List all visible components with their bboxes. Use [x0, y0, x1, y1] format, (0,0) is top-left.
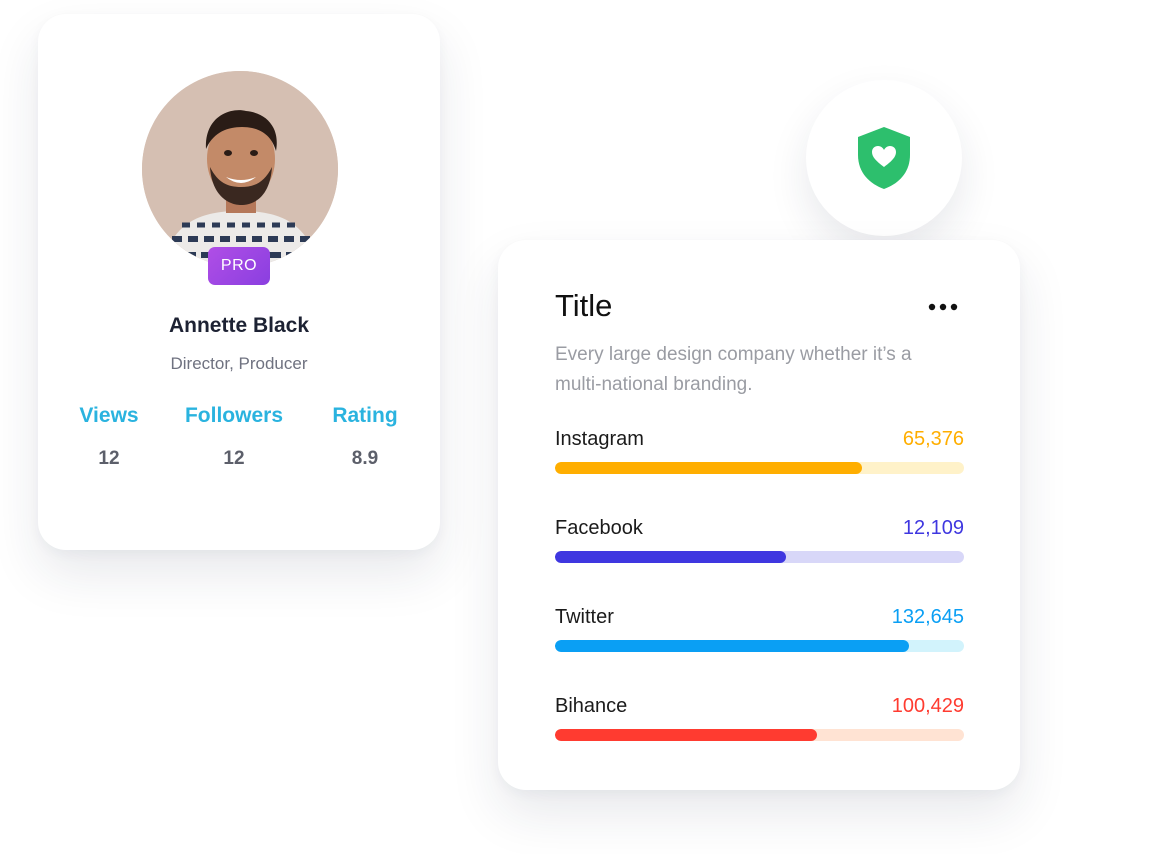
stat-views[interactable]: Views 12 [39, 404, 179, 470]
card-title: Title [555, 288, 613, 323]
metric-twitter: Twitter 132,645 [555, 606, 964, 666]
stat-label: Rating [332, 404, 398, 427]
stat-rating[interactable]: Rating 8.9 [295, 404, 435, 470]
metric-label: Bihance [555, 695, 628, 717]
profile-card: PRO Annette Black Director, Producer Vie… [38, 14, 440, 550]
progress-fill [555, 462, 862, 474]
progress-fill [555, 729, 817, 741]
pro-badge: PRO [208, 247, 270, 285]
metric-label: Instagram [555, 428, 644, 450]
progress-track [555, 462, 964, 474]
metric-label: Twitter [555, 606, 614, 628]
metric-instagram: Instagram 65,376 [555, 428, 964, 488]
metric-value: 12,109 [902, 517, 964, 539]
social-stats-card: Title Every large design company whether… [498, 240, 1020, 790]
profile-name: Annette Black [168, 314, 310, 337]
progress-track [555, 640, 964, 652]
shield-heart-icon [858, 127, 910, 189]
stat-value: 12 [98, 448, 120, 469]
progress-fill [555, 551, 787, 563]
stat-followers[interactable]: Followers 12 [164, 404, 304, 470]
progress-track [555, 729, 964, 741]
profile-role: Director, Producer [170, 354, 308, 373]
stat-label: Followers [184, 404, 284, 427]
progress-fill [555, 640, 909, 652]
metric-value: 100,429 [891, 695, 964, 717]
metric-value: 132,645 [891, 606, 964, 628]
metric-facebook: Facebook 12,109 [555, 517, 964, 577]
card-description: Every large design company whether it’s … [555, 344, 912, 395]
metric-bihance: Bihance 100,429 [555, 695, 964, 755]
progress-track [555, 551, 964, 563]
more-options-icon[interactable] [928, 302, 960, 312]
avatar-wrap: PRO [142, 71, 338, 285]
stat-value: 8.9 [351, 448, 379, 469]
stat-value: 12 [223, 448, 245, 469]
avatar[interactable] [142, 71, 338, 267]
metric-label: Facebook [555, 517, 643, 539]
stage: PRO Annette Black Director, Producer Vie… [0, 0, 1152, 854]
metric-value: 65,376 [902, 428, 964, 450]
shield-bubble[interactable] [806, 80, 962, 236]
stat-label: Views [79, 404, 139, 427]
